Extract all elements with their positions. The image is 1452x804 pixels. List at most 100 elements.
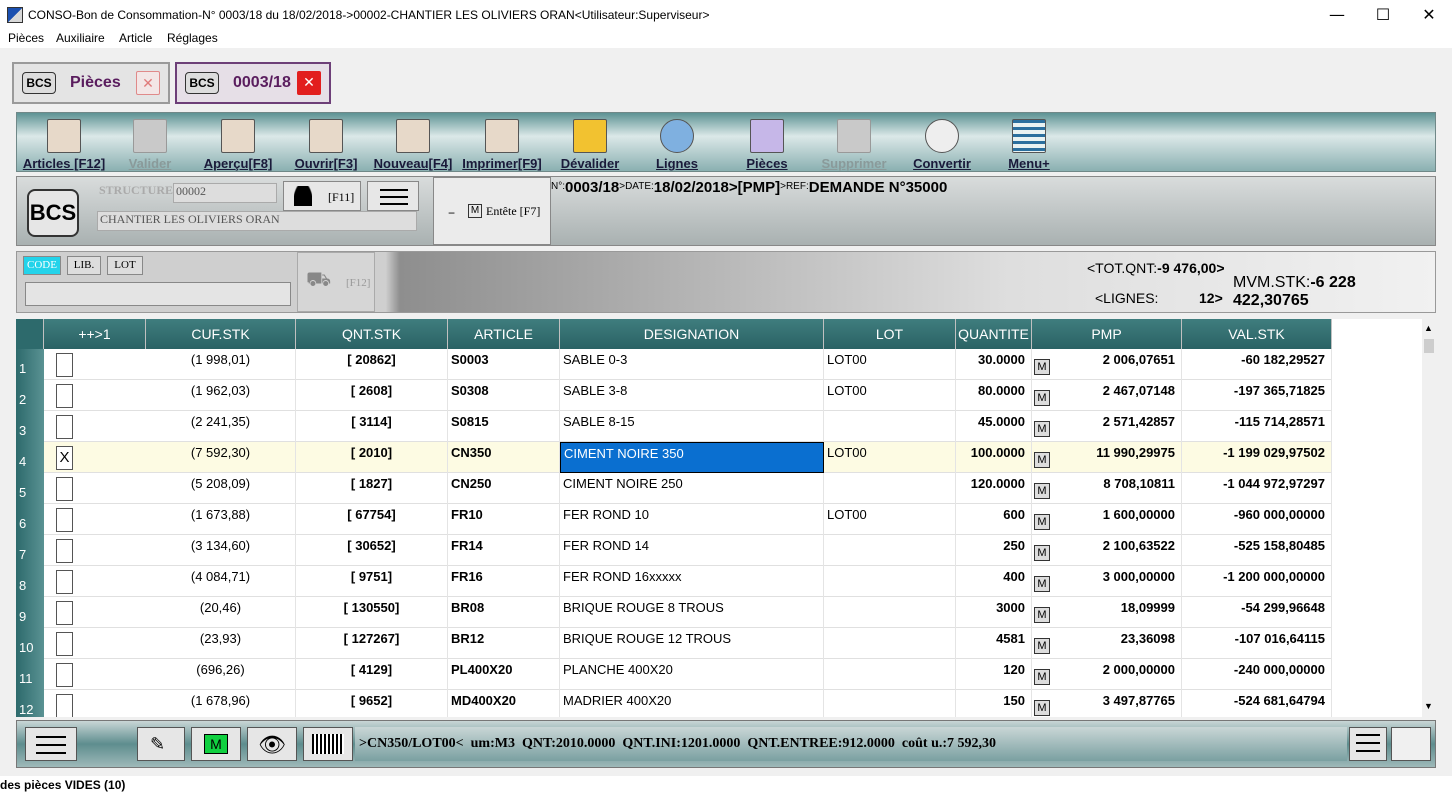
cell-quantite[interactable]: 250 bbox=[956, 535, 1032, 566]
cell-designation[interactable]: PLANCHE 400X20 bbox=[560, 659, 824, 690]
view-button[interactable]: 👁 bbox=[247, 727, 297, 761]
row-m-icon[interactable]: M bbox=[1034, 669, 1050, 685]
articles-button[interactable]: Articles [F12] bbox=[21, 119, 107, 171]
row-number[interactable]: 4 bbox=[16, 442, 44, 473]
valider-button[interactable]: Valider bbox=[117, 119, 183, 171]
cell-designation[interactable]: FER ROND 16xxxxx bbox=[560, 566, 824, 597]
cell-cuf-stk[interactable]: (4 084,71) bbox=[146, 566, 296, 597]
cell-cuf-stk[interactable]: (1 962,03) bbox=[146, 380, 296, 411]
cell-cuf-stk[interactable]: (23,93) bbox=[146, 628, 296, 659]
cell-pmp[interactable]: 2 571,42857 bbox=[1032, 411, 1182, 442]
cell-cuf-stk[interactable]: (7 592,30) bbox=[146, 442, 296, 473]
table-row[interactable]: 2 (1 962,03)[ 2608] S0308 SABLE 3-8 LOT00 80.… bbox=[16, 380, 1332, 411]
devalider-button[interactable]: Dévalider bbox=[557, 119, 623, 171]
table-row[interactable]: 6 (1 673,88)[ 67754] FR10 FER ROND 10 LOT00 6… bbox=[16, 504, 1332, 535]
row-checkbox[interactable] bbox=[56, 601, 73, 625]
cell-val-stk[interactable]: -1 200 000,00000 bbox=[1182, 566, 1332, 597]
cell-pmp[interactable]: 18,09999 bbox=[1032, 597, 1182, 628]
cell-pmp[interactable]: 2 100,63522 bbox=[1032, 535, 1182, 566]
table-row[interactable]: 7 (3 134,60)[ 30652] FR14 FER ROND 14 250 2 1… bbox=[16, 535, 1332, 566]
cell-quantite[interactable]: 4581 bbox=[956, 628, 1032, 659]
col-header-article[interactable]: ARTICLE bbox=[448, 319, 560, 349]
table-row[interactable]: 10 (23,93)[ 127267] BR12 BRIQUE ROUGE 12 TR… bbox=[16, 628, 1332, 659]
col-header-cuf-stk[interactable]: CUF.STK bbox=[146, 319, 296, 349]
row-number[interactable]: 12 bbox=[16, 690, 44, 717]
cell-lot[interactable] bbox=[824, 535, 956, 566]
cell-article[interactable]: S0815 bbox=[448, 411, 560, 442]
row-number[interactable]: 1 bbox=[16, 349, 44, 380]
cell-val-stk[interactable]: -197 365,71825 bbox=[1182, 380, 1332, 411]
cell-article[interactable]: FR14 bbox=[448, 535, 560, 566]
cell-qnt-stk[interactable]: [ 2010] bbox=[296, 442, 448, 473]
cell-article[interactable]: FR10 bbox=[448, 504, 560, 535]
cell-qnt-stk[interactable]: [ 4129] bbox=[296, 659, 448, 690]
cell-lot[interactable] bbox=[824, 597, 956, 628]
row-m-icon[interactable]: M bbox=[1034, 638, 1050, 654]
cell-quantite[interactable]: 45.0000 bbox=[956, 411, 1032, 442]
cell-quantite[interactable]: 80.0000 bbox=[956, 380, 1032, 411]
menu-reglages[interactable]: Réglages bbox=[167, 31, 218, 45]
hamburger-button[interactable] bbox=[367, 181, 419, 211]
maximize-button[interactable]: ☐ bbox=[1360, 3, 1406, 27]
row-checkbox[interactable] bbox=[56, 477, 73, 501]
cell-lot[interactable]: LOT00 bbox=[824, 504, 956, 535]
cell-qnt-stk[interactable]: [ 67754] bbox=[296, 504, 448, 535]
cell-lot[interactable] bbox=[824, 690, 956, 717]
row-checkbox[interactable] bbox=[56, 508, 73, 532]
cell-pmp[interactable]: 2 000,00000 bbox=[1032, 659, 1182, 690]
imprimer-button[interactable]: Imprimer[F9] bbox=[459, 119, 545, 171]
cell-pmp[interactable]: 2 006,07651 bbox=[1032, 349, 1182, 380]
row-checkbox[interactable] bbox=[56, 694, 73, 717]
table-row[interactable]: 1 (1 998,01)[ 20862] S0003 SABLE 0-3 LOT00 30… bbox=[16, 349, 1332, 380]
cell-pmp[interactable]: 1 600,00000 bbox=[1032, 504, 1182, 535]
cell-designation[interactable]: CIMENT NOIRE 250 bbox=[560, 473, 824, 504]
cell-quantite[interactable]: 120.0000 bbox=[956, 473, 1032, 504]
blank-button[interactable] bbox=[1391, 727, 1431, 761]
table-row[interactable]: 12 (1 678,96)[ 9652] MD400X20 MADRIER 400X2… bbox=[16, 690, 1332, 717]
table-row[interactable]: 3 (2 241,35)[ 3114] S0815 SABLE 8-15 45.0000… bbox=[16, 411, 1332, 442]
row-number[interactable]: 6 bbox=[16, 504, 44, 535]
cell-qnt-stk[interactable]: [ 127267] bbox=[296, 628, 448, 659]
filter-lib-button[interactable]: LIB. bbox=[67, 256, 101, 275]
convertir-button[interactable]: Convertir bbox=[909, 119, 975, 171]
settings-button[interactable] bbox=[1349, 727, 1387, 761]
row-checkbox[interactable] bbox=[56, 539, 73, 563]
cell-designation[interactable]: MADRIER 400X20 bbox=[560, 690, 824, 717]
row-number[interactable]: 5 bbox=[16, 473, 44, 504]
col-header-designation[interactable]: DESIGNATION bbox=[560, 319, 824, 349]
cell-quantite[interactable]: 30.0000 bbox=[956, 349, 1032, 380]
row-m-icon[interactable]: M bbox=[1034, 452, 1050, 468]
row-checkbox[interactable] bbox=[56, 353, 73, 377]
structure-name-field[interactable]: CHANTIER LES OLIVIERS ORAN bbox=[97, 211, 417, 231]
cell-qnt-stk[interactable]: [ 3114] bbox=[296, 411, 448, 442]
filter-search-input[interactable] bbox=[25, 282, 291, 306]
menu-plus-button[interactable]: Menu+ bbox=[1003, 119, 1055, 171]
cell-pmp[interactable]: 8 708,10811 bbox=[1032, 473, 1182, 504]
cell-val-stk[interactable]: -1 044 972,97297 bbox=[1182, 473, 1332, 504]
cell-article[interactable]: BR12 bbox=[448, 628, 560, 659]
cell-cuf-stk[interactable]: (1 998,01) bbox=[146, 349, 296, 380]
row-m-icon[interactable]: M bbox=[1034, 514, 1050, 530]
cell-designation[interactable]: SABLE 3-8 bbox=[560, 380, 824, 411]
cell-article[interactable]: CN250 bbox=[448, 473, 560, 504]
row-checkbox[interactable] bbox=[56, 415, 73, 439]
col-header-lot[interactable]: LOT bbox=[824, 319, 956, 349]
cell-cuf-stk[interactable]: (3 134,60) bbox=[146, 535, 296, 566]
entete-panel[interactable]: − M Entête [F7] bbox=[433, 177, 551, 245]
filter-f12-button[interactable]: ⛟ [F12] bbox=[297, 252, 375, 312]
row-m-icon[interactable]: M bbox=[1034, 700, 1050, 716]
cell-designation[interactable]: FER ROND 10 bbox=[560, 504, 824, 535]
grid-scrollbar[interactable]: ▲ ▼ bbox=[1422, 319, 1436, 717]
cell-pmp[interactable]: 11 990,29975 bbox=[1032, 442, 1182, 473]
cell-cuf-stk[interactable]: (1 678,96) bbox=[146, 690, 296, 717]
cell-lot[interactable] bbox=[824, 659, 956, 690]
cell-pmp[interactable]: 3 497,87765 bbox=[1032, 690, 1182, 717]
cell-val-stk[interactable]: -240 000,00000 bbox=[1182, 659, 1332, 690]
pieces-button[interactable]: Pièces bbox=[737, 119, 797, 171]
cell-article[interactable]: S0003 bbox=[448, 349, 560, 380]
cell-val-stk[interactable]: -115 714,28571 bbox=[1182, 411, 1332, 442]
cell-cuf-stk[interactable]: (696,26) bbox=[146, 659, 296, 690]
cell-pmp[interactable]: 23,36098 bbox=[1032, 628, 1182, 659]
barcode-button[interactable] bbox=[303, 727, 353, 761]
cell-pmp[interactable]: 3 000,00000 bbox=[1032, 566, 1182, 597]
